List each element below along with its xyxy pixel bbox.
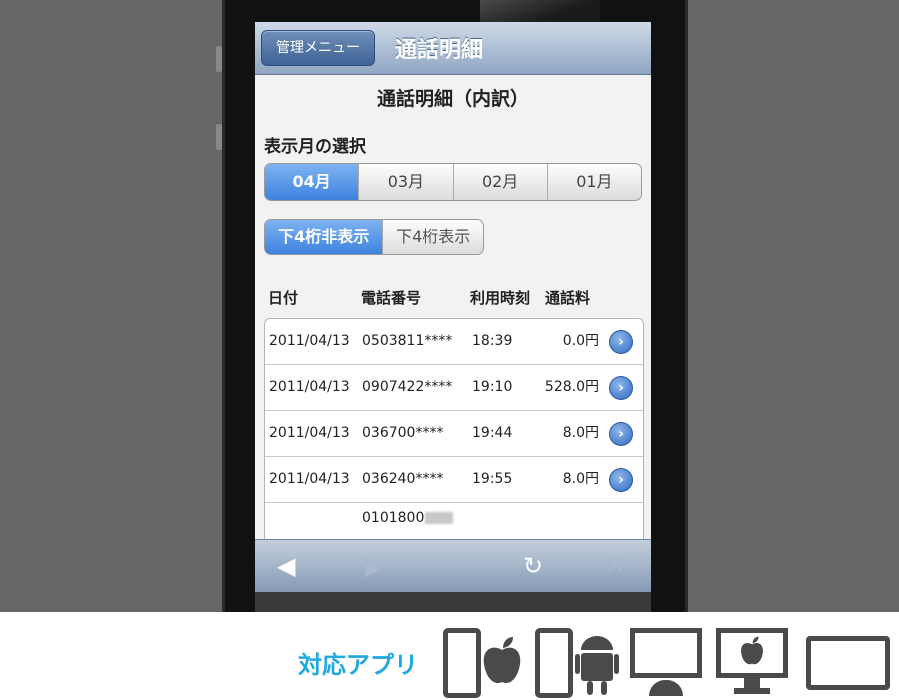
month-option-04[interactable]: 04月 [265, 164, 359, 200]
chevron-right-icon[interactable]: › [609, 422, 633, 446]
row-date: 2011/04/13 [269, 333, 350, 349]
month-option-02[interactable]: 02月 [452, 164, 547, 200]
reload-icon[interactable]: ↻ [523, 552, 543, 580]
row-fee: 8.0円 [562, 425, 599, 441]
row-date: 2011/04/13 [269, 425, 350, 441]
row-fee: 528.0円 [544, 379, 599, 395]
month-select-label: 表示月の選択 [264, 137, 366, 157]
row-number-partial: 0101800 [362, 503, 454, 533]
mute-switch [216, 46, 222, 72]
header-number: 電話番号 [361, 289, 422, 307]
row-number: 0503811**** [362, 333, 453, 349]
header-date: 日付 [268, 289, 299, 307]
supported-apps-label: 対応アプリ [298, 651, 418, 679]
row-number: 036700**** [362, 425, 444, 441]
row-time: 19:44 [472, 425, 513, 441]
nav-bar: 管理メニュー 通話明細 [255, 22, 651, 75]
back-arrow-icon[interactable]: ◀ [277, 552, 295, 580]
row-fee: 8.0円 [562, 471, 599, 487]
chevron-right-icon[interactable]: › [609, 376, 633, 400]
phone-screen: 管理メニュー 通話明細 通話明細（内訳） 表示月の選択 04月 03月 02月 … [255, 22, 651, 592]
row-number: 0907422**** [362, 379, 453, 395]
page-subtitle: 通話明細（内訳） [376, 88, 529, 110]
mask-toggle: 下4桁非表示 下4桁表示 [264, 219, 484, 255]
show-last4-option[interactable]: 下4桁表示 [382, 220, 483, 254]
chevron-right-icon[interactable]: › [609, 330, 633, 354]
month-option-01[interactable]: 01月 [546, 164, 641, 200]
month-option-03[interactable]: 03月 [358, 164, 452, 200]
page-title: 通話明細 [395, 38, 484, 63]
masked-digits [425, 512, 454, 524]
row-fee: 0.0円 [562, 333, 599, 349]
row-time: 19:55 [472, 471, 513, 487]
hide-last4-option[interactable]: 下4桁非表示 [265, 220, 383, 254]
month-segmented-control: 04月 03月 02月 01月 [264, 163, 642, 201]
row-date: 2011/04/13 [269, 379, 350, 395]
stop-icon[interactable]: ✕ [605, 552, 625, 580]
volume-up-button [216, 124, 222, 150]
row-time: 18:39 [472, 333, 513, 349]
table-row[interactable]: 2011/04/13 036240**** 19:55 8.0円 › [265, 456, 643, 502]
phone-bottom-bezel [255, 592, 651, 612]
table-row[interactable]: 2011/04/13 0907422**** 19:10 528.0円 › [265, 364, 643, 410]
row-number: 036240**** [362, 471, 444, 487]
row-date: 2011/04/13 [269, 471, 350, 487]
browser-toolbar: ◀ ▶ ↻ ✕ [255, 539, 651, 592]
header-time: 利用時刻 [470, 289, 531, 307]
row-number: 0101800 [362, 510, 425, 526]
header-fee: 通話料 [545, 289, 591, 307]
table-row[interactable]: 2011/04/13 0503811**** 18:39 0.0円 › [265, 319, 643, 364]
forward-arrow-icon[interactable]: ▶ [365, 552, 383, 580]
admin-menu-button[interactable]: 管理メニュー [261, 30, 375, 66]
row-time: 19:10 [472, 379, 513, 395]
table-row[interactable]: 2011/04/13 036700**** 19:44 8.0円 › [265, 410, 643, 456]
chevron-right-icon[interactable]: › [609, 468, 633, 492]
